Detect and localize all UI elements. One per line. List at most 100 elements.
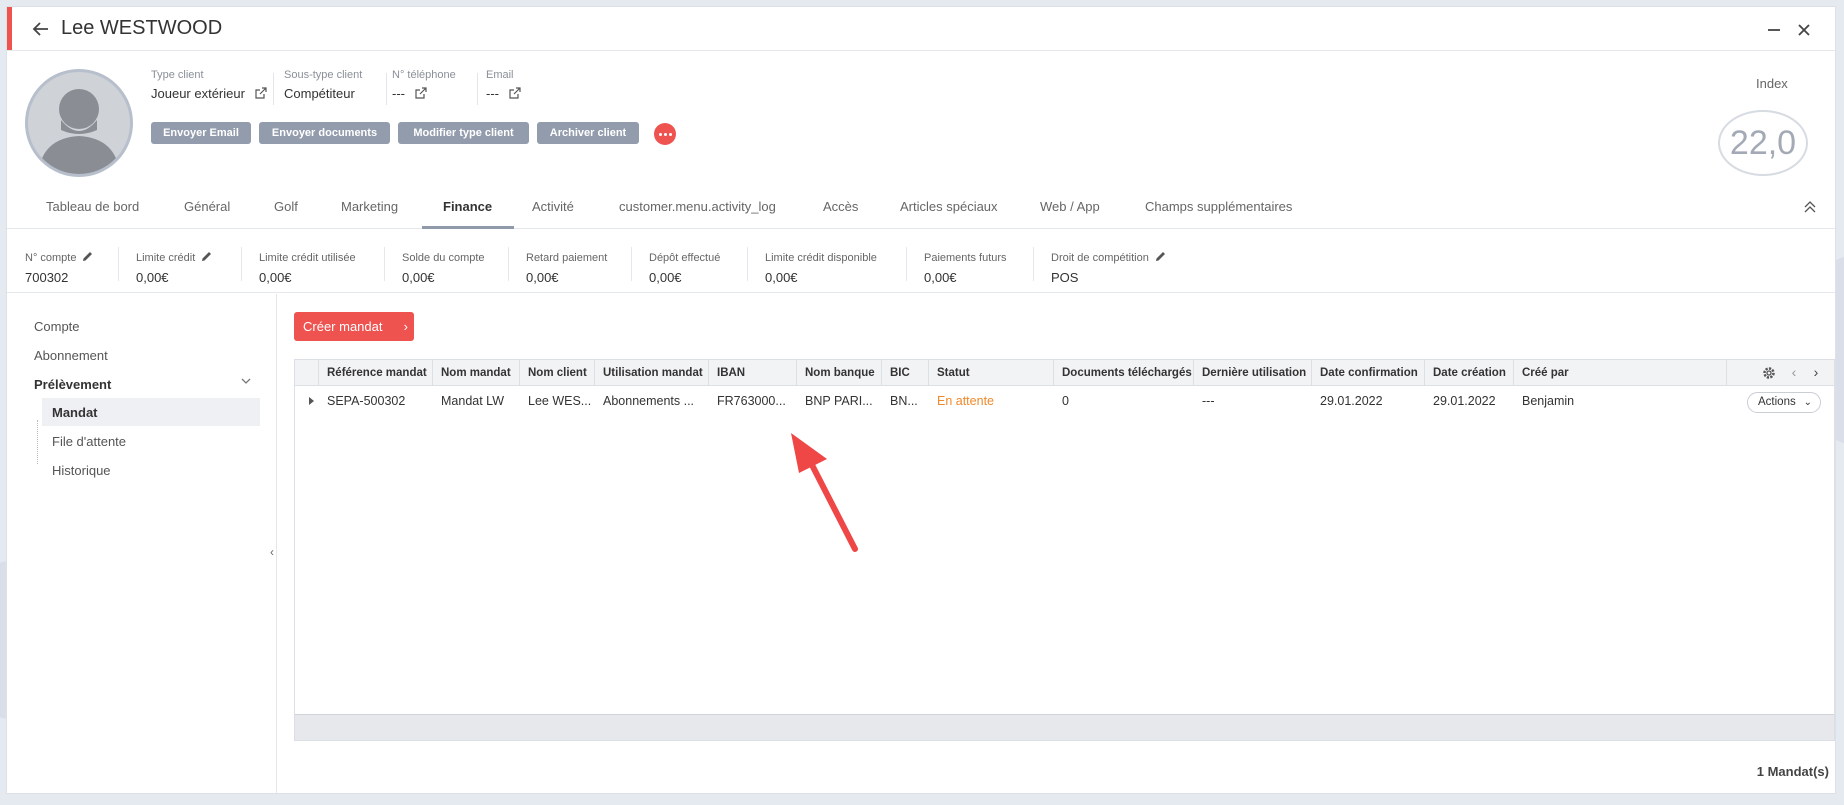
tab-web-app[interactable]: Web / App bbox=[1040, 199, 1100, 214]
info-label: Type client bbox=[151, 69, 204, 81]
table-cell: --- bbox=[1202, 394, 1215, 408]
sidebar-item-mandat[interactable]: Mandat bbox=[52, 405, 98, 420]
chevron-left-icon[interactable]: ‹ bbox=[1785, 364, 1803, 382]
stat-label: Paiements futurs bbox=[924, 252, 1007, 264]
column-header[interactable]: Dernière utilisation bbox=[1194, 360, 1312, 386]
tab-golf[interactable]: Golf bbox=[274, 199, 298, 214]
stat-value: 700302 bbox=[25, 270, 69, 285]
finance-sidebar: Compte Abonnement Prélèvement Mandat Fil… bbox=[7, 294, 277, 793]
divider bbox=[118, 247, 119, 281]
tab-articles-speciaux[interactable]: Articles spéciaux bbox=[900, 199, 998, 214]
external-link-icon[interactable] bbox=[255, 86, 268, 99]
tab-general[interactable]: Général bbox=[184, 199, 230, 214]
info-sous-type: Sous-type client Compétiteur bbox=[284, 69, 362, 103]
sidebar-item-compte[interactable]: Compte bbox=[34, 319, 80, 334]
tab-acces[interactable]: Accès bbox=[823, 199, 858, 214]
modify-client-type-button[interactable]: Modifier type client bbox=[398, 122, 529, 144]
stat-future-payments: Paiements futurs 0,00€ bbox=[924, 248, 1007, 285]
divider bbox=[477, 73, 478, 105]
divider bbox=[384, 247, 385, 281]
chevron-down-icon: ⌄ bbox=[1803, 397, 1812, 408]
mandates-table: Référence mandat Nom mandat Nom client U… bbox=[294, 359, 1835, 741]
panel-splitter-handle[interactable]: ‹ bbox=[270, 545, 274, 559]
external-link-icon[interactable] bbox=[509, 86, 522, 99]
divider bbox=[747, 247, 748, 281]
column-header[interactable]: Date confirmation bbox=[1312, 360, 1425, 386]
close-icon[interactable] bbox=[1795, 21, 1813, 39]
collapse-chevron-icon[interactable] bbox=[1803, 200, 1817, 214]
info-value: Joueur extérieur bbox=[151, 86, 245, 101]
edit-pencil-icon[interactable] bbox=[1155, 249, 1166, 261]
record-count: 1 Mandat(s) bbox=[1756, 764, 1829, 779]
sidebar-item-abonnement[interactable]: Abonnement bbox=[34, 348, 108, 363]
annotation-arrow bbox=[791, 433, 858, 552]
index-label: Index bbox=[1756, 76, 1788, 91]
chevron-right-icon: › bbox=[403, 319, 408, 334]
info-value: --- bbox=[486, 86, 499, 101]
column-header[interactable]: Documents téléchargés bbox=[1054, 360, 1194, 386]
column-header[interactable]: Référence mandat bbox=[319, 360, 433, 386]
info-type-client: Type client Joueur extérieur bbox=[151, 69, 268, 103]
create-mandate-label: Créer mandat bbox=[303, 319, 383, 334]
send-documents-button[interactable]: Envoyer documents bbox=[259, 122, 390, 144]
table-cell: Lee WES... bbox=[528, 394, 592, 408]
column-header[interactable]: BIC bbox=[882, 360, 929, 386]
sidebar-item-file-attente[interactable]: File d'attente bbox=[52, 434, 126, 449]
table-cell: 29.01.2022 bbox=[1320, 394, 1383, 408]
table-cell: SEPA-500302 bbox=[327, 394, 406, 408]
sidebar-item-historique[interactable]: Historique bbox=[52, 463, 111, 478]
tab-bar: Tableau de bord Général Golf Marketing F… bbox=[7, 187, 1835, 229]
row-actions-button[interactable]: Actions ⌄ bbox=[1747, 392, 1821, 413]
stat-label: Limite crédit disponible bbox=[765, 252, 877, 264]
create-mandate-button[interactable]: Créer mandat › bbox=[294, 312, 414, 341]
column-header[interactable]: IBAN bbox=[709, 360, 797, 386]
more-options-icon[interactable] bbox=[654, 123, 676, 145]
archive-client-button[interactable]: Archiver client bbox=[537, 122, 639, 144]
active-tab-indicator bbox=[422, 226, 514, 229]
edit-pencil-icon[interactable] bbox=[201, 249, 212, 261]
minimize-icon[interactable] bbox=[1765, 21, 1783, 39]
stat-value: POS bbox=[1051, 270, 1079, 285]
stat-label: N° compte bbox=[25, 252, 77, 264]
external-link-icon[interactable] bbox=[415, 86, 428, 99]
chevron-down-icon[interactable] bbox=[240, 375, 252, 390]
info-label: N° téléphone bbox=[392, 69, 456, 81]
tab-activite[interactable]: Activité bbox=[532, 199, 574, 214]
back-arrow-icon[interactable] bbox=[29, 17, 53, 41]
column-header[interactable]: Nom banque bbox=[797, 360, 882, 386]
stat-value: 0,00€ bbox=[924, 270, 957, 285]
divider bbox=[631, 247, 632, 281]
divider bbox=[1033, 247, 1034, 281]
column-header[interactable]: Date création bbox=[1425, 360, 1514, 386]
chevron-right-icon[interactable]: › bbox=[1807, 364, 1825, 382]
divider bbox=[241, 247, 242, 281]
tab-champs-supplementaires[interactable]: Champs supplémentaires bbox=[1145, 199, 1292, 214]
edit-pencil-icon[interactable] bbox=[82, 249, 93, 261]
stat-label: Retard paiement bbox=[526, 252, 608, 264]
column-header[interactable]: Utilisation mandat bbox=[595, 360, 709, 386]
column-header[interactable]: Créé par bbox=[1514, 360, 1727, 386]
stat-credit-used: Limite crédit utilisée 0,00€ bbox=[259, 248, 356, 285]
stat-label: Droit de compétition bbox=[1051, 252, 1149, 264]
sidebar-item-prelevement[interactable]: Prélèvement bbox=[34, 377, 111, 392]
table-cell: BN... bbox=[890, 394, 918, 408]
tab-activity-log[interactable]: customer.menu.activity_log bbox=[619, 199, 776, 214]
tab-tableau-de-bord[interactable]: Tableau de bord bbox=[46, 199, 139, 214]
tab-finance[interactable]: Finance bbox=[443, 199, 492, 214]
table-cell: Benjamin bbox=[1522, 394, 1575, 408]
stat-label: Limite crédit utilisée bbox=[259, 252, 356, 264]
column-header[interactable]: Statut bbox=[929, 360, 1054, 386]
expand-row-icon[interactable] bbox=[309, 397, 314, 405]
send-email-button[interactable]: Envoyer Email bbox=[151, 122, 251, 144]
stat-late-payment: Retard paiement 0,00€ bbox=[526, 248, 607, 285]
stat-balance: Solde du compte 0,00€ bbox=[402, 248, 485, 285]
column-header[interactable]: Nom mandat bbox=[433, 360, 520, 386]
tab-marketing[interactable]: Marketing bbox=[341, 199, 398, 214]
stat-value: 0,00€ bbox=[259, 270, 292, 285]
title-bar: Lee WESTWOOD bbox=[7, 7, 1835, 51]
index-value: 22,0 bbox=[1718, 110, 1808, 176]
gear-icon[interactable] bbox=[1761, 365, 1777, 381]
column-header[interactable]: Nom client bbox=[520, 360, 595, 386]
stat-competition-right: Droit de compétition POS bbox=[1051, 248, 1166, 285]
info-label: Sous-type client bbox=[284, 69, 363, 81]
